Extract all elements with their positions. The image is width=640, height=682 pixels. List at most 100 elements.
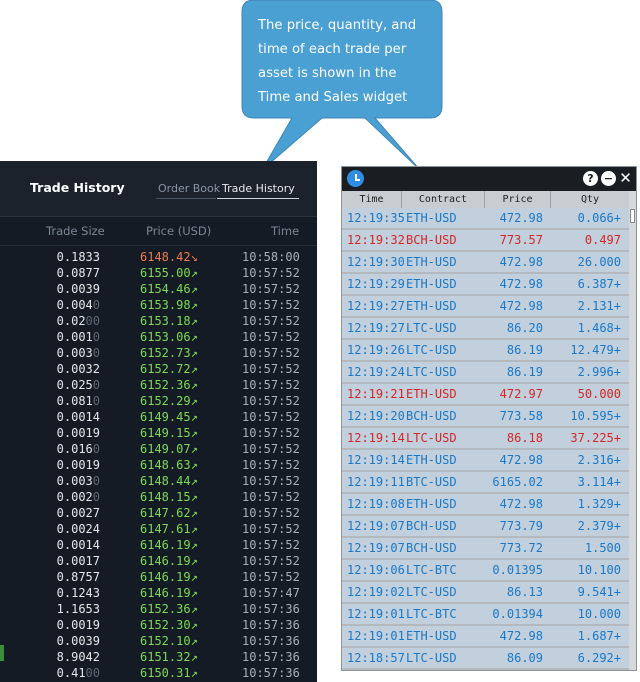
sales-row[interactable]: 12:19:29 ETH-USD 472.98 6.387+ bbox=[342, 274, 629, 294]
sales-row[interactable]: 12:18:57 LTC-USD 86.09 6.292+ bbox=[342, 648, 629, 668]
sale-qty: 2.131+ bbox=[577, 299, 621, 313]
table-header: Time Contract Price Qty bbox=[342, 191, 629, 209]
sales-row[interactable]: 12:19:32 BCH-USD 773.57 0.497 bbox=[342, 230, 629, 250]
arrow-up-icon: ↗ bbox=[190, 426, 198, 440]
sale-contract: BCH-USD bbox=[406, 233, 457, 247]
arrow-up-icon: ↗ bbox=[190, 666, 198, 680]
sale-price: 86.18 bbox=[506, 431, 543, 445]
sale-contract: LTC-USD bbox=[406, 651, 457, 665]
sale-qty: 2.316+ bbox=[577, 453, 621, 467]
sale-price: 86.09 bbox=[506, 651, 543, 665]
arrow-up-icon: ↗ bbox=[190, 506, 198, 520]
column-header-price[interactable]: Price bbox=[485, 191, 551, 208]
trade-size-padding: 0 bbox=[92, 330, 100, 344]
trade-size-value: 0.025 bbox=[56, 378, 93, 392]
sales-row[interactable]: 12:19:14 LTC-USD 86.18 37.225+ bbox=[342, 428, 629, 448]
sale-contract: LTC-USD bbox=[406, 343, 457, 357]
sales-row[interactable]: 12:19:08 ETH-USD 472.98 1.329+ bbox=[342, 494, 629, 514]
trade-time: 10:57:52 bbox=[242, 522, 300, 536]
trade-price: 6149.07↗ bbox=[140, 441, 198, 457]
arrow-up-icon: ↗ bbox=[190, 282, 198, 296]
sale-qty: 0.066+ bbox=[577, 211, 621, 225]
trade-list: 0.1833 6148.42↘ 10:58:00 0.0877 6155.00↗ 10:5… bbox=[0, 249, 317, 681]
tab-order-book[interactable]: Order Book bbox=[158, 182, 220, 195]
trade-size: 0.0019 bbox=[57, 617, 100, 633]
arrow-up-icon: ↗ bbox=[190, 266, 198, 280]
trade-row: 0.0020 6148.15↗ 10:57:52 bbox=[0, 489, 317, 505]
trade-price: 6153.18↗ bbox=[140, 313, 198, 329]
trade-size: 0.0017 bbox=[57, 553, 100, 569]
trade-row: 0.0039 6152.10↗ 10:57:36 bbox=[0, 633, 317, 649]
sales-row[interactable]: 12:19:20 BCH-USD 773.58 10.595+ bbox=[342, 406, 629, 426]
trade-price: 6149.45↗ bbox=[140, 409, 198, 425]
sales-row[interactable]: 12:19:26 LTC-USD 86.19 12.479+ bbox=[342, 340, 629, 360]
sales-row[interactable]: 12:19:24 LTC-USD 86.19 2.996+ bbox=[342, 362, 629, 382]
divider bbox=[0, 245, 317, 246]
trade-row: 0.0032 6152.72↗ 10:57:52 bbox=[0, 361, 317, 377]
trade-size: 0.0030 bbox=[57, 473, 100, 489]
trade-row: 0.0039 6154.46↗ 10:57:52 bbox=[0, 281, 317, 297]
arrow-up-icon: ↗ bbox=[190, 554, 198, 568]
sale-time: 12:19:26 bbox=[347, 343, 405, 357]
trade-size: 0.0250 bbox=[57, 377, 100, 393]
scrollbar[interactable] bbox=[629, 191, 636, 670]
trade-price-value: 6152.10 bbox=[140, 634, 191, 648]
help-icon[interactable]: ? bbox=[583, 171, 598, 186]
trade-time: 10:57:52 bbox=[242, 426, 300, 440]
sales-row[interactable]: 12:19:27 LTC-USD 86.20 1.468+ bbox=[342, 318, 629, 338]
minimize-icon[interactable]: − bbox=[601, 171, 616, 186]
sales-row[interactable]: 12:19:02 LTC-USD 86.13 9.541+ bbox=[342, 582, 629, 602]
sales-row[interactable]: 12:19:07 BCH-USD 773.72 1.500 bbox=[342, 538, 629, 558]
sales-row[interactable]: 12:19:27 ETH-USD 472.98 2.131+ bbox=[342, 296, 629, 316]
sales-row[interactable]: 12:19:21 ETH-USD 472.97 50.000 bbox=[342, 384, 629, 404]
sale-qty: 10.100 bbox=[577, 563, 621, 577]
sales-row[interactable]: 12:19:01 LTC-BTC 0.01394 10.000 bbox=[342, 604, 629, 624]
sales-row[interactable]: 12:19:35 ETH-USD 472.98 0.066+ bbox=[342, 208, 629, 228]
scrollbar-thumb[interactable] bbox=[630, 209, 635, 223]
sales-row[interactable]: 12:19:06 LTC-BTC 0.01395 10.100 bbox=[342, 560, 629, 580]
sale-qty: 1.468+ bbox=[577, 321, 621, 335]
sales-row[interactable]: 12:19:11 BTC-USD 6165.02 3.114+ bbox=[342, 472, 629, 492]
trade-price-value: 6154.46 bbox=[140, 282, 191, 296]
trade-row: 0.0160 6149.07↗ 10:57:52 bbox=[0, 441, 317, 457]
trade-price-value: 6148.44 bbox=[140, 474, 191, 488]
trade-time: 10:57:52 bbox=[242, 458, 300, 472]
trade-time: 10:57:47 bbox=[242, 586, 300, 600]
trade-size: 0.4100 bbox=[57, 665, 100, 681]
sales-row[interactable]: 12:19:01 ETH-USD 472.98 1.687+ bbox=[342, 626, 629, 646]
trade-row: 0.0019 6152.30↗ 10:57:36 bbox=[0, 617, 317, 633]
sale-price: 773.79 bbox=[499, 519, 543, 533]
arrow-up-icon: ↗ bbox=[190, 602, 198, 616]
sales-row[interactable]: 12:19:30 ETH-USD 472.98 26.000 bbox=[342, 252, 629, 272]
trade-size: 0.0040 bbox=[57, 297, 100, 313]
trade-row: 0.0024 6147.61↗ 10:57:52 bbox=[0, 521, 317, 537]
trade-price: 6152.72↗ bbox=[140, 361, 198, 377]
column-header-time[interactable]: Time bbox=[342, 191, 402, 208]
trade-time: 10:57:52 bbox=[242, 282, 300, 296]
trade-size: 0.1243 bbox=[57, 585, 100, 601]
trade-row: 0.0010 6153.06↗ 10:57:52 bbox=[0, 329, 317, 345]
sale-price: 472.97 bbox=[499, 387, 543, 401]
sale-time: 12:19:32 bbox=[347, 233, 405, 247]
trade-size: 0.0039 bbox=[57, 281, 100, 297]
tab-trade-history[interactable]: Trade History bbox=[222, 182, 295, 195]
sales-row[interactable]: 12:19:14 ETH-USD 472.98 2.316+ bbox=[342, 450, 629, 470]
trade-size-value: 0.0039 bbox=[56, 634, 100, 648]
column-header-qty[interactable]: Qty bbox=[551, 191, 629, 208]
trade-size-value: 0.0019 bbox=[56, 458, 100, 472]
arrow-up-icon: ↗ bbox=[190, 330, 198, 344]
sales-row[interactable]: 12:19:07 BCH-USD 773.79 2.379+ bbox=[342, 516, 629, 536]
arrow-up-icon: ↗ bbox=[190, 474, 198, 488]
trade-price: 6146.19↗ bbox=[140, 585, 198, 601]
trade-time: 10:57:52 bbox=[242, 330, 300, 344]
trade-size: 0.0019 bbox=[57, 457, 100, 473]
close-icon[interactable]: ✕ bbox=[618, 171, 633, 186]
sale-contract: LTC-USD bbox=[406, 321, 457, 335]
trade-row: 0.0014 6149.45↗ 10:57:52 bbox=[0, 409, 317, 425]
trade-size-padding: 0 bbox=[92, 474, 100, 488]
sale-qty: 3.114+ bbox=[577, 475, 621, 489]
column-header-contract[interactable]: Contract bbox=[402, 191, 485, 208]
trade-price-value: 6149.07 bbox=[140, 442, 191, 456]
trade-history-header: Trade History Order Book Trade History bbox=[0, 161, 317, 217]
trade-row: 0.0040 6153.98↗ 10:57:52 bbox=[0, 297, 317, 313]
